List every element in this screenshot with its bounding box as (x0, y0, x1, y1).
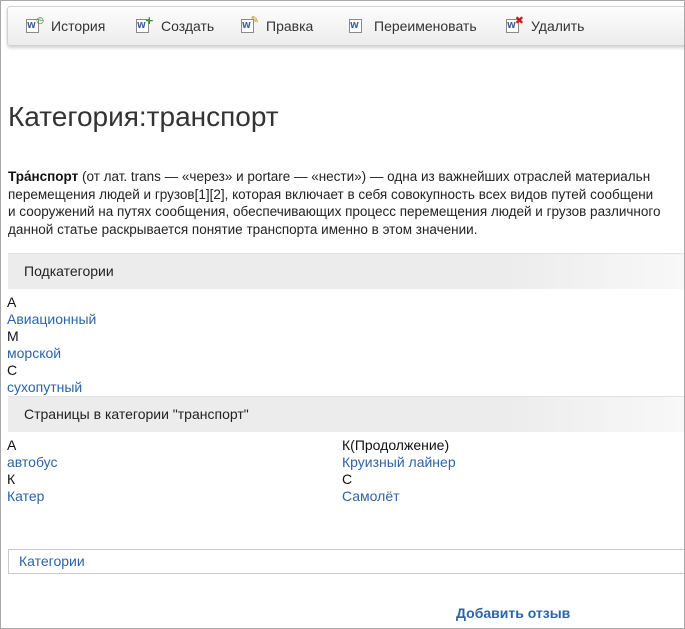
pages-list-left: А автобус К Катер (7, 437, 58, 505)
intro-line-4: данной статье раскрывается понятие транс… (8, 222, 478, 238)
page-link-boat[interactable]: Катер (7, 488, 58, 505)
subcategory-link-land[interactable]: сухопутный (7, 379, 96, 396)
create-label: Создать (161, 18, 215, 34)
create-button[interactable]: W + Создать (135, 7, 214, 45)
history-button[interactable]: W ◷ История (25, 7, 105, 45)
history-icon: W ◷ (25, 16, 44, 34)
delete-icon: W ✖ (505, 15, 524, 34)
delete-label: Удалить (531, 18, 585, 34)
rename-label: Переименовать (374, 18, 477, 34)
pages-list-right: К(Продолжение) Круизный лайнер С Самолёт (342, 437, 456, 505)
subcategories-list: А Авиационный М морской С сухопутный (7, 294, 96, 396)
letter-heading: М (7, 328, 19, 344)
page-frame: W ◷ История W + Создать W ✎ Правка W Переим… (0, 0, 685, 629)
letter-heading: С (7, 362, 18, 378)
subcategories-header: Подкатегории (8, 253, 684, 289)
letter-heading: К(Продолжение) (342, 437, 450, 453)
categories-link[interactable]: Категории (19, 553, 85, 569)
intro-line-2: перемещения людей и грузов[1][2], котора… (8, 186, 654, 202)
rename-button[interactable]: W Переименовать (348, 7, 477, 45)
history-label: История (51, 18, 106, 34)
edit-icon: W ✎ (240, 15, 259, 34)
subcategory-link-sea[interactable]: морской (7, 345, 96, 362)
edit-label: Правка (266, 18, 314, 34)
rename-icon: W (348, 18, 365, 34)
add-feedback-link[interactable]: Добавить отзыв (456, 605, 570, 621)
intro-paragraph: Тра́нспорт (от лат. trans — «через» и po… (8, 168, 684, 239)
intro-line-3: и сооружений на путях сообщения, обеспеч… (8, 204, 661, 220)
create-icon: W + (135, 15, 154, 34)
page-link-cruise-liner[interactable]: Круизный лайнер (342, 454, 456, 471)
page-link-airplane[interactable]: Самолёт (342, 488, 456, 505)
edit-button[interactable]: W ✎ Правка (240, 7, 313, 45)
pages-header: Страницы в категории "транспорт" (8, 396, 684, 432)
intro-term: Тра́нспорт (8, 169, 79, 184)
letter-heading: С (342, 471, 353, 487)
page-toolbar: W ◷ История W + Создать W ✎ Правка W Переим… (7, 6, 684, 46)
page-title: Категория:транспорт (8, 101, 279, 132)
letter-heading: К (7, 471, 16, 487)
categories-box: Категории (8, 549, 684, 574)
intro-line-1: Тра́нспорт (от лат. trans — «через» и po… (8, 169, 651, 184)
letter-heading: А (7, 437, 17, 453)
page-link-bus[interactable]: автобус (7, 454, 58, 471)
subcategory-link-aviation[interactable]: Авиационный (7, 311, 96, 328)
delete-button[interactable]: W ✖ Удалить (505, 7, 584, 45)
letter-heading: А (7, 294, 17, 310)
